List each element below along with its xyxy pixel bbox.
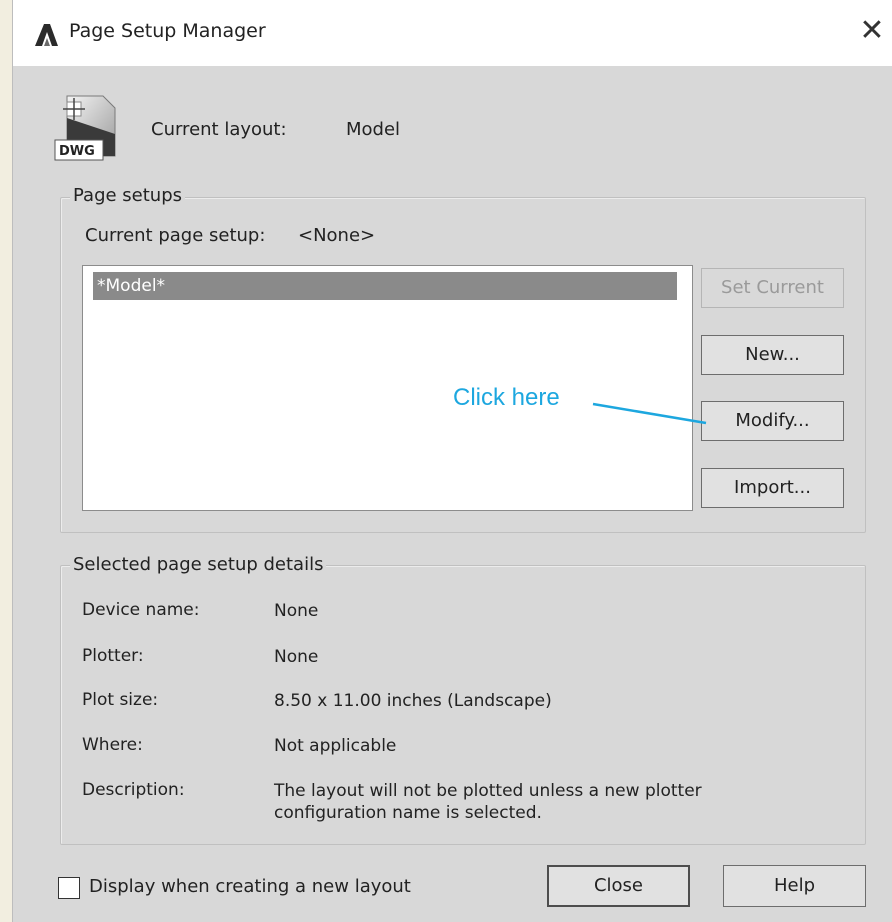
modify-button[interactable]: Modify...	[701, 401, 844, 441]
description-label: Description:	[82, 780, 185, 800]
close-button[interactable]: Close	[547, 865, 690, 907]
description-value-line1: The layout will not be plotted unless a …	[274, 781, 702, 801]
plot-size-label: Plot size:	[82, 690, 159, 710]
device-name-label: Device name:	[82, 600, 200, 620]
dwg-file-icon: DWG	[54, 95, 116, 161]
current-layout-label: Current layout:	[151, 119, 287, 140]
list-item-model[interactable]: *Model*	[93, 272, 677, 300]
current-page-setup-value: <None>	[298, 225, 376, 246]
import-button[interactable]: Import...	[701, 468, 844, 508]
current-layout-value: Model	[346, 119, 401, 140]
plotter-value: None	[274, 647, 319, 667]
window-title: Page Setup Manager	[69, 20, 266, 42]
page-setup-manager-dialog: Page Setup Manager ✕ DWG Current layout:…	[12, 0, 892, 922]
description-value-line2: configuration name is selected.	[274, 803, 542, 823]
callout-leader-line	[592, 402, 707, 425]
click-here-callout: Click here	[453, 384, 560, 411]
set-current-button[interactable]: Set Current	[701, 268, 844, 308]
where-label: Where:	[82, 735, 143, 755]
close-icon[interactable]: ✕	[857, 14, 887, 48]
details-group-label: Selected page setup details	[70, 554, 327, 575]
autocad-a-icon	[35, 24, 58, 46]
device-name-value: None	[274, 601, 319, 621]
plot-size-value: 8.50 x 11.00 inches (Landscape)	[274, 691, 552, 711]
title-bar: Page Setup Manager ✕	[13, 0, 892, 66]
where-value: Not applicable	[274, 736, 397, 756]
display-on-new-layout-checkbox[interactable]	[58, 877, 80, 899]
page-setups-list[interactable]: *Model*	[82, 265, 693, 511]
help-button[interactable]: Help	[723, 865, 866, 907]
new-button[interactable]: New...	[701, 335, 844, 375]
plotter-label: Plotter:	[82, 646, 144, 666]
display-on-new-layout-label[interactable]: Display when creating a new layout	[89, 876, 411, 897]
current-page-setup-label: Current page setup:	[85, 225, 266, 246]
dwg-icon-text: DWG	[59, 144, 95, 159]
page-setups-group-label: Page setups	[70, 185, 186, 206]
